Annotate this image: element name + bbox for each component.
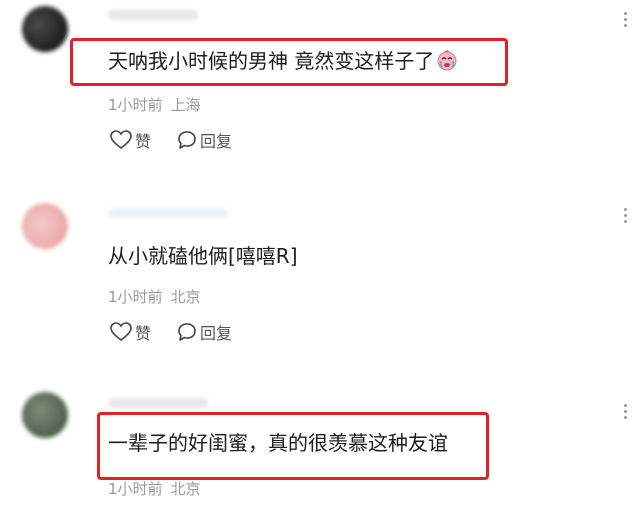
like-label: 赞 [135,132,152,151]
comment-actions: 赞 回复 [110,128,258,152]
comment-location: 北京 [170,480,201,498]
avatar[interactable] [22,203,68,249]
like-label: 赞 [135,324,152,343]
comment-text-content: 天呐我小时候的男神 竟然变这样子了 [108,49,435,73]
comment-location: 北京 [170,288,201,306]
comment-actions: 赞 回复 [110,320,258,344]
like-button[interactable]: 赞 [110,320,151,344]
comment-text: 天呐我小时候的男神 竟然变这样子了 [108,48,458,74]
username-blurred[interactable] [108,398,208,408]
crying-face-icon [436,49,458,71]
avatar[interactable] [22,392,68,438]
comment-text: 一辈子的好闺蜜，真的很羡慕这种友谊 [108,430,448,456]
reply-label: 回复 [200,132,233,151]
comment-text-content: 一辈子的好闺蜜，真的很羡慕这种友谊 [108,431,448,455]
comment-time: 1小时前 [108,96,163,114]
comment-time: 1小时前 [108,288,163,306]
reply-button[interactable]: 回复 [177,128,232,152]
more-options-icon[interactable] [624,208,628,223]
like-button[interactable]: 赞 [110,128,151,152]
heart-icon [110,322,132,342]
comment-meta: 1小时前 上海 [108,94,201,115]
comment-meta: 1小时前 北京 [108,478,201,499]
reply-button[interactable]: 回复 [177,320,232,344]
comment-location: 上海 [170,96,201,114]
more-options-icon[interactable] [624,404,628,419]
comment-text-content: 从小就磕他俩[嘻嘻R] [108,244,298,268]
reply-label: 回复 [200,324,233,343]
comment-time: 1小时前 [108,480,163,498]
heart-icon [110,130,132,150]
more-options-icon[interactable] [624,12,628,27]
username-blurred[interactable] [108,208,228,218]
avatar[interactable] [22,6,68,52]
comment-text: 从小就磕他俩[嘻嘻R] [108,243,298,269]
username-blurred[interactable] [108,10,198,20]
speech-bubble-icon [177,322,197,342]
comment-meta: 1小时前 北京 [108,286,201,307]
speech-bubble-icon [177,130,197,150]
